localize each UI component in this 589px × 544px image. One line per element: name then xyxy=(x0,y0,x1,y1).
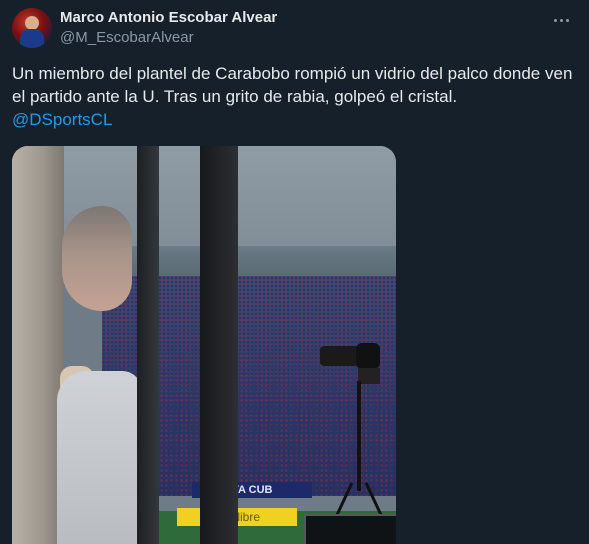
more-horizontal-icon[interactable] xyxy=(549,10,573,30)
camera-icon xyxy=(320,346,358,366)
tweet-body: Un miembro del plantel de Carabobo rompi… xyxy=(12,64,573,106)
person-body xyxy=(57,371,142,544)
tweet-media-image[interactable]: VA CUB ado libre xyxy=(12,146,396,544)
avatar-face xyxy=(25,16,39,30)
person-head xyxy=(62,206,132,311)
avatar[interactable] xyxy=(12,8,52,48)
tweet-header: Marco Antonio Escobar Alvear @M_EscobarA… xyxy=(12,8,577,52)
window-frame-center xyxy=(200,146,238,544)
avatar-body xyxy=(20,29,44,48)
camera-lens xyxy=(356,343,380,369)
tweet-text: Un miembro del plantel de Carabobo rompi… xyxy=(12,62,577,131)
camera-screen xyxy=(358,368,380,384)
laptop xyxy=(304,514,396,544)
author-handle[interactable]: @M_EscobarAlvear xyxy=(60,28,277,48)
window-frame xyxy=(137,146,159,544)
mention-link[interactable]: @DSportsCL xyxy=(12,110,112,129)
author-display-name[interactable]: Marco Antonio Escobar Alvear xyxy=(60,8,277,28)
author-names: Marco Antonio Escobar Alvear @M_EscobarA… xyxy=(60,8,277,48)
tripod xyxy=(357,381,361,491)
